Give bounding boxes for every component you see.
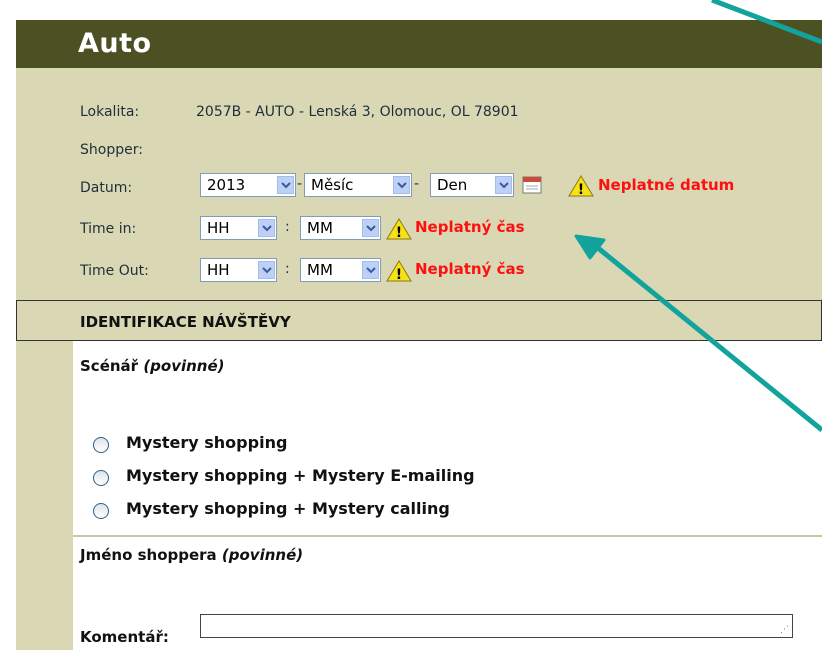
annotation-arrow-top <box>711 0 822 45</box>
annotation-arrows <box>574 0 822 432</box>
annotation-arrow-line <box>596 246 822 432</box>
annotation-arrow-head <box>574 234 606 260</box>
